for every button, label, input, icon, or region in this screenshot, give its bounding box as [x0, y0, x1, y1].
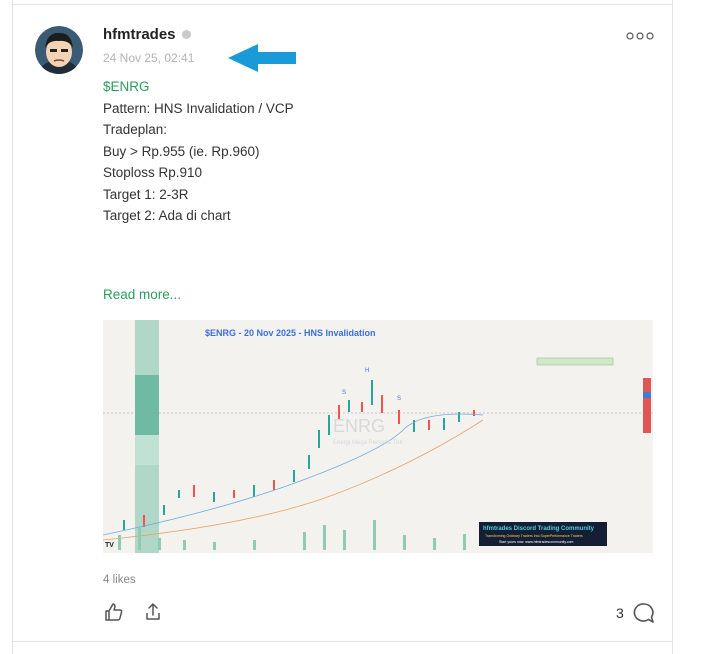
like-icon[interactable]	[104, 602, 124, 622]
comment-icon[interactable]	[633, 602, 655, 624]
left-shoulder-label: S	[342, 390, 346, 396]
verified-icon	[182, 30, 191, 39]
tradingview-logo: TV	[105, 542, 114, 549]
post-body: $ENRG Pattern: HNS Invalidation / VCP Tr…	[103, 76, 294, 227]
read-more-link[interactable]: Read more...	[103, 287, 181, 302]
chart-title: $ENRG - 20 Nov 2025 - HNS Invalidation	[205, 328, 376, 338]
share-icon[interactable]	[144, 602, 162, 622]
post-bottom-divider	[12, 641, 672, 642]
community-subtitle: Transforming Ordinary Traders Into Super…	[485, 534, 583, 538]
right-shoulder-label: S	[397, 396, 401, 402]
right-frame-edge	[672, 0, 673, 654]
ticker-link[interactable]: $ENRG	[103, 76, 294, 98]
body-line: Target 2: Ada di chart	[103, 208, 231, 223]
post-top-divider	[12, 4, 672, 5]
avatar[interactable]	[35, 26, 83, 74]
body-line: Pattern: HNS Invalidation / VCP	[103, 100, 294, 116]
post-timestamp[interactable]: 24 Nov 25, 02:41	[103, 51, 194, 65]
comment-count[interactable]: 3	[616, 605, 624, 621]
community-title: hfmtrades Discord Trading Community	[483, 526, 595, 532]
body-line: Tradeplan:	[103, 122, 168, 137]
chart-image[interactable]: $ENRG - 20 Nov 2025 - HNS Invalidation E…	[103, 320, 653, 553]
head-label: H	[365, 368, 369, 374]
author-name[interactable]: hfmtrades	[103, 26, 176, 43]
body-line: Buy > Rp.955 (ie. Rp.960)	[103, 143, 260, 159]
community-link: Start yours now: www.hfmtradescommunity.…	[499, 540, 574, 544]
arrow-annotation	[228, 44, 296, 72]
left-frame-edge	[0, 0, 13, 654]
body-line: Target 1: 2-3R	[103, 186, 189, 202]
chart-watermark-sub: Energi Mega Persada Tbk	[333, 440, 404, 446]
more-options-icon[interactable]	[626, 30, 654, 42]
likes-count[interactable]: 4 likes	[103, 574, 136, 586]
body-line: Stoploss Rp.910	[103, 165, 203, 180]
chart-watermark: ENRG	[333, 416, 385, 436]
